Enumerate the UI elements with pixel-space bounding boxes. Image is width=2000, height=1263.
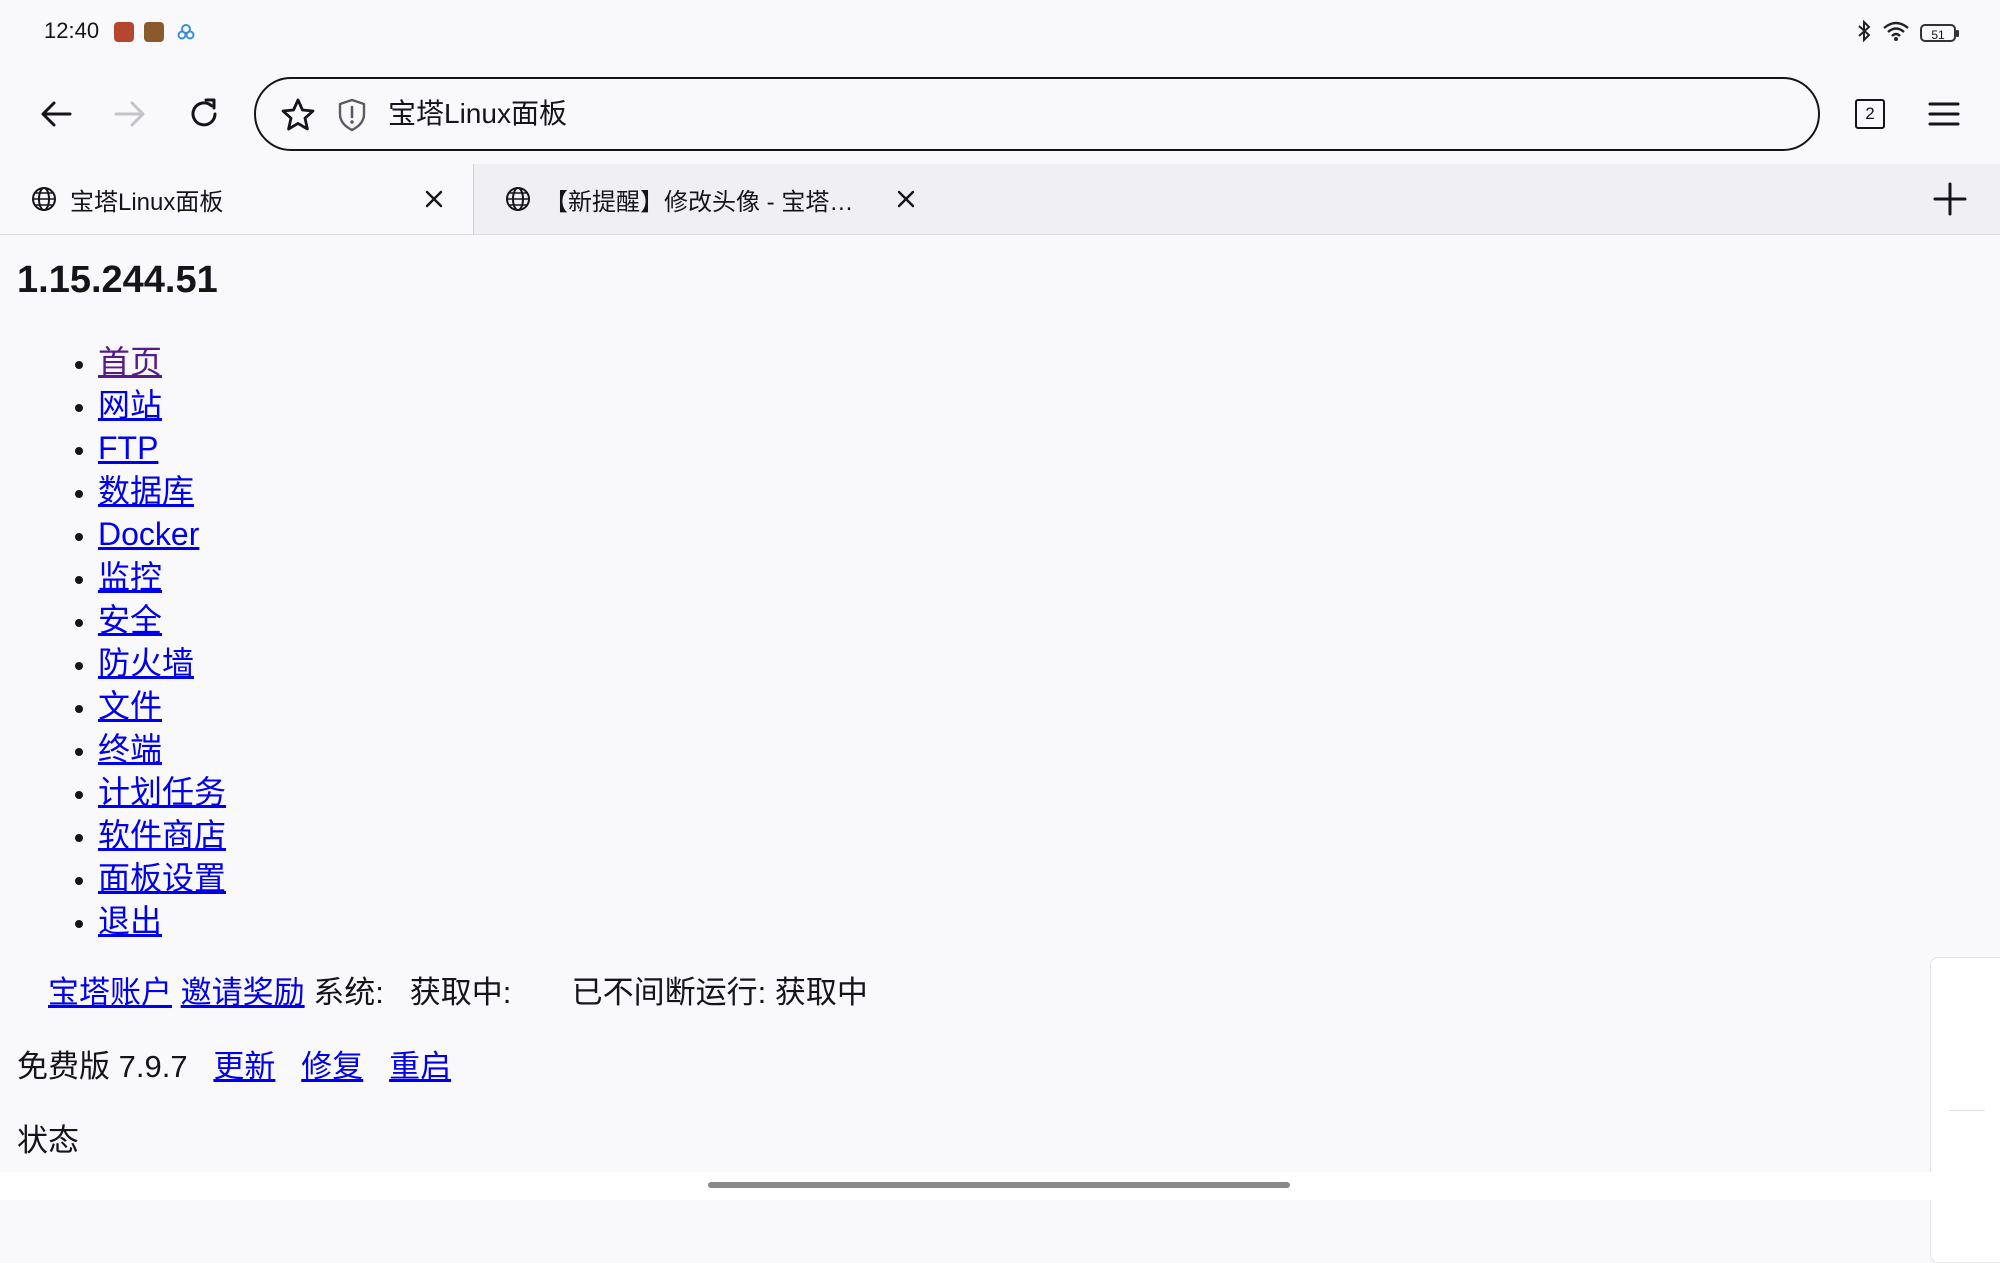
browser-toolbar: 宝塔Linux面板 2 bbox=[0, 64, 2000, 164]
nav-item: 监控 bbox=[98, 556, 226, 599]
nav-item: 首页 bbox=[98, 341, 226, 384]
update-link[interactable]: 更新 bbox=[213, 1049, 275, 1084]
notification-app-icon-2 bbox=[144, 22, 164, 42]
menu-icon bbox=[1928, 102, 1960, 126]
tab-strip: 宝塔Linux面板 【新提醒】修改头像 - 宝塔… bbox=[0, 164, 2000, 235]
nav-link-files[interactable]: 文件 bbox=[98, 688, 162, 724]
nav-item: 安全 bbox=[98, 599, 226, 642]
nav-link-logout[interactable]: 退出 bbox=[98, 903, 162, 939]
nav-item: 网站 bbox=[98, 384, 226, 427]
nav-item: 软件商店 bbox=[98, 814, 226, 857]
nav-link-website[interactable]: 网站 bbox=[98, 387, 162, 423]
nav-link-cron[interactable]: 计划任务 bbox=[98, 774, 226, 810]
back-arrow-icon bbox=[41, 101, 72, 127]
nav-item: 计划任务 bbox=[98, 771, 226, 814]
nav-item: Docker bbox=[98, 513, 226, 556]
globe-icon bbox=[506, 187, 530, 211]
close-tab-icon[interactable] bbox=[890, 183, 922, 215]
nav-link-terminal[interactable]: 终端 bbox=[98, 731, 162, 767]
side-floating-panel[interactable] bbox=[1930, 957, 2000, 1263]
restart-link[interactable]: 重启 bbox=[389, 1049, 451, 1084]
bookmark-star-icon[interactable] bbox=[278, 95, 318, 135]
battery-icon: 51 bbox=[1920, 24, 1959, 42]
reload-button[interactable] bbox=[174, 84, 234, 144]
wifi-icon bbox=[1882, 20, 1910, 46]
tab-counter-button[interactable]: 2 bbox=[1840, 84, 1900, 144]
reload-icon bbox=[191, 98, 217, 127]
globe-icon bbox=[32, 187, 56, 211]
server-ip-heading: 1.15.244.51 bbox=[17, 259, 218, 301]
tab-count: 2 bbox=[1865, 104, 1875, 123]
status-bar: 12:40 51 bbox=[0, 0, 2000, 64]
tab-title: 宝塔Linux面板 bbox=[70, 188, 224, 216]
nav-list: 首页 网站 FTP 数据库 Docker 监控 安全 防火墙 文件 终端 计划任… bbox=[0, 341, 226, 943]
nav-item: 文件 bbox=[98, 685, 226, 728]
side-panel-divider bbox=[1949, 1110, 1985, 1111]
nav-item: 面板设置 bbox=[98, 857, 226, 900]
url-text[interactable]: 宝塔Linux面板 bbox=[388, 79, 567, 149]
nav-item: 防火墙 bbox=[98, 642, 226, 685]
nav-link-home[interactable]: 首页 bbox=[98, 344, 162, 380]
nav-link-security[interactable]: 安全 bbox=[98, 602, 162, 638]
url-bar[interactable]: 宝塔Linux面板 bbox=[254, 77, 1820, 151]
system-info-text: 系统: 获取中: bbox=[313, 975, 512, 1010]
page-content: 1.15.244.51 首页 网站 FTP 数据库 Docker 监控 安全 防… bbox=[0, 235, 2000, 1263]
version-line: 免费版 7.9.7 更新 修复 重启 bbox=[17, 1041, 451, 1086]
nav-item: 终端 bbox=[98, 728, 226, 771]
bt-account-link[interactable]: 宝塔账户 bbox=[48, 975, 172, 1010]
nav-link-monitor[interactable]: 监控 bbox=[98, 559, 162, 595]
nav-link-app-store[interactable]: 软件商店 bbox=[98, 817, 226, 853]
status-heading: 状态 bbox=[17, 1123, 79, 1158]
tab-title: 【新提醒】修改头像 - 宝塔… bbox=[544, 188, 854, 216]
menu-button[interactable] bbox=[1914, 84, 1974, 144]
tab-inactive[interactable]: 【新提醒】修改头像 - 宝塔… bbox=[474, 164, 954, 234]
tab-active[interactable]: 宝塔Linux面板 bbox=[0, 164, 474, 234]
new-tab-plus-icon[interactable] bbox=[1930, 179, 1970, 219]
nav-item: 数据库 bbox=[98, 470, 226, 513]
repair-link[interactable]: 修复 bbox=[301, 1049, 363, 1084]
account-info-line: 宝塔账户 邀请奖励 系统: 获取中: 已不间断运行: 获取中 bbox=[48, 967, 868, 1012]
bluetooth-icon bbox=[1856, 19, 1872, 46]
nav-link-ftp[interactable]: FTP bbox=[98, 430, 158, 466]
notification-app-icon-3 bbox=[176, 22, 196, 42]
version-text: 免费版 7.9.7 bbox=[17, 1049, 188, 1084]
back-button[interactable] bbox=[26, 84, 86, 144]
nav-link-docker[interactable]: Docker bbox=[98, 516, 199, 552]
nav-item: 退出 bbox=[98, 900, 226, 943]
status-right-group: 51 bbox=[1856, 19, 1959, 46]
status-time: 12:40 bbox=[44, 18, 100, 43]
shield-icon[interactable] bbox=[332, 95, 372, 135]
notification-app-icon-1 bbox=[114, 22, 134, 42]
close-tab-icon[interactable] bbox=[418, 183, 450, 215]
uptime-text: 已不间断运行: 获取中 bbox=[571, 975, 868, 1010]
tab-counter-icon: 2 bbox=[1855, 99, 1885, 129]
nav-link-database[interactable]: 数据库 bbox=[98, 473, 194, 509]
forward-button[interactable] bbox=[100, 84, 160, 144]
nav-link-firewall[interactable]: 防火墙 bbox=[98, 645, 194, 681]
invite-reward-link[interactable]: 邀请奖励 bbox=[181, 975, 305, 1010]
forward-arrow-icon bbox=[114, 101, 145, 127]
nav-link-panel-settings[interactable]: 面板设置 bbox=[98, 860, 226, 896]
gesture-navigation-bar[interactable] bbox=[708, 1182, 1290, 1188]
nav-item: FTP bbox=[98, 427, 226, 470]
